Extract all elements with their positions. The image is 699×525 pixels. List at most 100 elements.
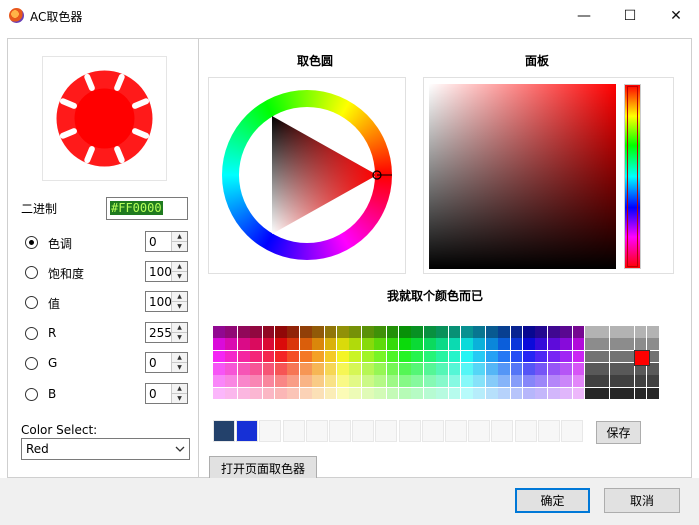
palette-swatch[interactable]	[535, 350, 548, 363]
palette-swatch[interactable]	[361, 326, 374, 338]
palette-swatch[interactable]	[324, 375, 337, 387]
palette-swatch[interactable]	[324, 350, 337, 363]
palette-swatch[interactable]	[374, 387, 387, 400]
saved-color-slot[interactable]	[305, 420, 328, 442]
palette-swatch[interactable]	[312, 387, 325, 400]
palette-swatch[interactable]	[299, 326, 312, 338]
palette-swatch[interactable]	[275, 326, 287, 338]
arrow-down-icon[interactable]: ▼	[172, 302, 187, 311]
palette-swatch[interactable]	[399, 338, 411, 351]
palette-swatch[interactable]	[535, 362, 548, 375]
palette-swatch[interactable]	[560, 362, 573, 375]
palette-swatch[interactable]	[498, 387, 511, 400]
palette-swatch[interactable]	[622, 387, 635, 400]
saved-color-slot[interactable]	[445, 420, 467, 442]
palette-swatch[interactable]	[523, 375, 535, 387]
palette-swatch[interactable]	[560, 387, 573, 400]
radio-g[interactable]	[25, 357, 38, 370]
palette-swatch[interactable]	[411, 362, 424, 375]
palette-grid[interactable]	[213, 326, 661, 401]
palette-swatch[interactable]	[485, 387, 498, 400]
spin-buttons[interactable]: ▲ ▼	[171, 232, 187, 251]
palette-swatch[interactable]	[287, 350, 300, 363]
palette-swatch[interactable]	[262, 375, 275, 387]
palette-swatch[interactable]	[349, 326, 362, 338]
palette-swatch[interactable]	[374, 375, 387, 387]
palette-swatch[interactable]	[597, 350, 610, 363]
palette-swatch[interactable]	[622, 338, 635, 351]
palette-swatch[interactable]	[485, 326, 498, 338]
palette-swatch[interactable]	[225, 326, 238, 338]
palette-selected-swatch[interactable]	[633, 349, 650, 366]
palette-swatch[interactable]	[498, 338, 511, 351]
palette-swatch[interactable]	[461, 326, 473, 338]
palette-swatch[interactable]	[225, 387, 238, 400]
palette-swatch[interactable]	[485, 362, 498, 375]
open-page-picker-button[interactable]: 打开页面取色器	[209, 456, 317, 480]
palette-swatch[interactable]	[622, 362, 635, 375]
palette-swatch[interactable]	[510, 338, 523, 351]
palette-swatch[interactable]	[337, 387, 349, 400]
save-button[interactable]: 保存	[596, 421, 641, 444]
palette-swatch[interactable]	[250, 350, 263, 363]
palette-swatch[interactable]	[349, 338, 362, 351]
palette-swatch[interactable]	[423, 326, 436, 338]
spinner-r[interactable]: 255 ▲ ▼	[145, 322, 188, 343]
palette-swatch[interactable]	[473, 387, 486, 400]
palette-swatch[interactable]	[448, 375, 461, 387]
palette-swatch[interactable]	[299, 362, 312, 375]
palette-swatch[interactable]	[473, 326, 486, 338]
palette-swatch[interactable]	[275, 362, 287, 375]
palette-swatch[interactable]	[213, 375, 225, 387]
palette-swatch[interactable]	[374, 326, 387, 338]
palette-swatch[interactable]	[411, 338, 424, 351]
palette-swatch[interactable]	[597, 387, 610, 400]
palette-swatch[interactable]	[597, 338, 610, 351]
palette-swatch[interactable]	[299, 375, 312, 387]
palette-swatch[interactable]	[560, 350, 573, 363]
palette-swatch[interactable]	[572, 326, 585, 338]
minimize-button[interactable]: —	[561, 0, 607, 31]
saved-color-slot[interactable]	[236, 420, 259, 442]
saved-color-slot[interactable]	[514, 420, 537, 442]
palette-swatch[interactable]	[374, 350, 387, 363]
arrow-up-icon[interactable]: ▲	[172, 232, 187, 242]
palette-swatch[interactable]	[299, 350, 312, 363]
palette-swatch[interactable]	[609, 338, 622, 351]
palette-swatch[interactable]	[547, 350, 560, 363]
palette-swatch[interactable]	[337, 350, 349, 363]
palette-swatch[interactable]	[647, 326, 659, 338]
arrow-down-icon[interactable]: ▼	[172, 272, 187, 281]
palette-swatch[interactable]	[287, 326, 300, 338]
palette-swatch[interactable]	[349, 387, 362, 400]
palette-swatch[interactable]	[634, 375, 647, 387]
spin-buttons[interactable]: ▲ ▼	[171, 262, 187, 281]
palette-swatch[interactable]	[585, 338, 597, 351]
palette-swatch[interactable]	[547, 362, 560, 375]
palette-swatch[interactable]	[622, 375, 635, 387]
palette-swatch[interactable]	[213, 338, 225, 351]
palette-swatch[interactable]	[411, 387, 424, 400]
palette-swatch[interactable]	[510, 350, 523, 363]
palette-swatch[interactable]	[523, 326, 535, 338]
palette-swatch[interactable]	[213, 350, 225, 363]
palette-swatch[interactable]	[423, 375, 436, 387]
palette-swatch[interactable]	[597, 375, 610, 387]
palette-swatch[interactable]	[399, 362, 411, 375]
cancel-button[interactable]: 取消	[604, 488, 680, 513]
saved-color-slot[interactable]	[537, 420, 560, 442]
palette-swatch[interactable]	[634, 338, 647, 351]
color-wheel[interactable]	[208, 77, 406, 274]
palette-swatch[interactable]	[225, 350, 238, 363]
palette-swatch[interactable]	[535, 375, 548, 387]
palette-swatch[interactable]	[299, 338, 312, 351]
palette-swatch[interactable]	[411, 375, 424, 387]
palette-swatch[interactable]	[436, 362, 449, 375]
palette-swatch[interactable]	[275, 387, 287, 400]
palette-swatch[interactable]	[374, 362, 387, 375]
palette-swatch[interactable]	[250, 362, 263, 375]
palette-swatch[interactable]	[473, 362, 486, 375]
palette-swatch[interactable]	[473, 350, 486, 363]
palette-swatch[interactable]	[386, 375, 399, 387]
palette-swatch[interactable]	[262, 350, 275, 363]
